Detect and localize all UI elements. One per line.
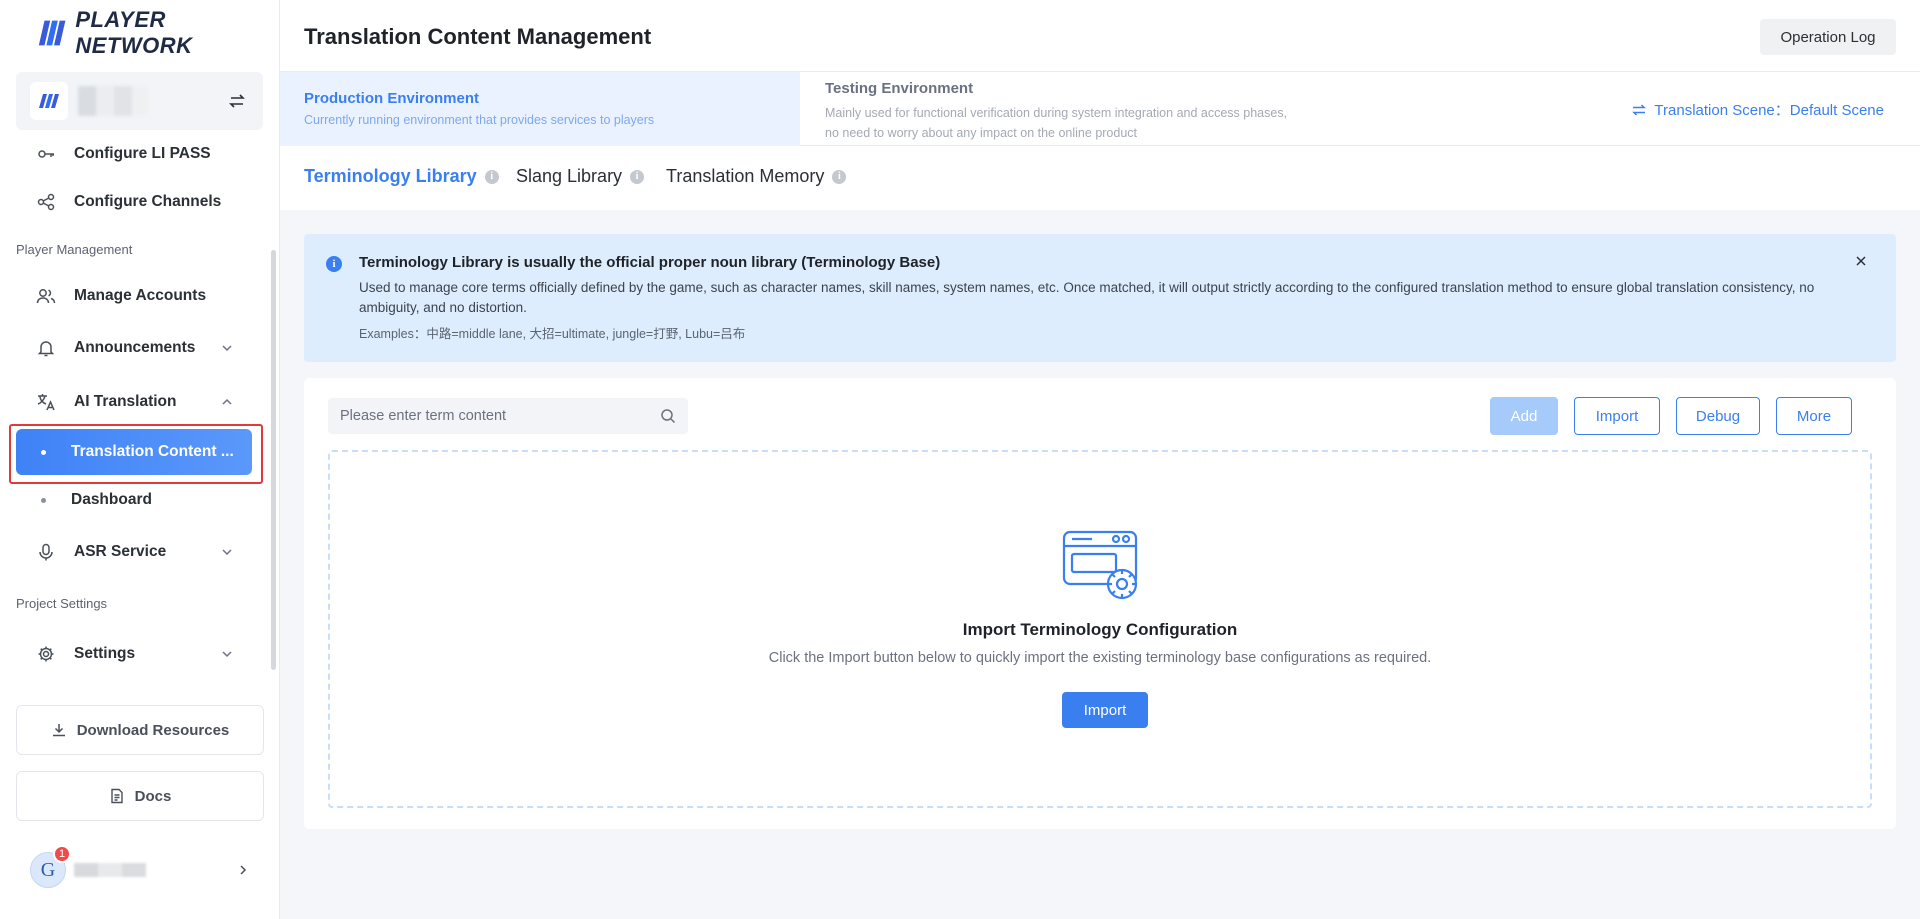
- sidebar-item-configure-channels[interactable]: Configure Channels: [16, 180, 256, 224]
- brand-logo[interactable]: PLAYER NETWORK: [35, 7, 279, 58]
- section-project-settings: Project Settings: [16, 596, 108, 611]
- testing-environment-tab[interactable]: Testing Environment Mainly used for func…: [825, 80, 1295, 143]
- tab-terminology-library[interactable]: Terminology Library i: [304, 166, 499, 187]
- import-terminology-button[interactable]: Import: [1062, 692, 1148, 728]
- sidebar: PLAYER NETWORK Configure LI PASS Configu…: [0, 0, 280, 919]
- operation-log-button[interactable]: Operation Log: [1760, 19, 1896, 55]
- sidebar-item-manage-accounts[interactable]: Manage Accounts: [16, 274, 256, 318]
- translate-icon: [36, 392, 56, 412]
- gear-icon: [36, 644, 56, 664]
- tab-slang-library[interactable]: Slang Library i: [516, 166, 645, 187]
- info-icon[interactable]: i: [630, 169, 645, 184]
- project-logo: [30, 82, 68, 120]
- download-icon: [52, 724, 65, 737]
- close-icon[interactable]: [1854, 254, 1868, 268]
- notification-badge: 1: [53, 845, 71, 863]
- sidebar-item-label: AI Translation: [74, 393, 177, 410]
- tab-label: Terminology Library: [304, 166, 477, 186]
- sidebar-item-dashboard[interactable]: Dashboard: [16, 477, 252, 523]
- notice-title: Terminology Library is usually the offic…: [359, 254, 941, 271]
- term-search[interactable]: [328, 398, 688, 434]
- sidebar-item-translation-content[interactable]: Translation Content ...: [16, 429, 252, 475]
- sidebar-item-label: Announcements: [74, 339, 196, 356]
- docs-label: Docs: [134, 787, 172, 805]
- switch-icon: [1632, 103, 1647, 116]
- download-resources-label: Download Resources: [76, 721, 230, 739]
- page-title: Translation Content Management: [304, 24, 652, 49]
- notice-description: Used to manage core terms officially def…: [359, 280, 1815, 315]
- microphone-icon: [36, 542, 56, 562]
- sidebar-item-label: Settings: [74, 645, 136, 662]
- terminology-notice: i Terminology Library is usually the off…: [304, 234, 1896, 362]
- sidebar-item-label: Configure LI PASS: [74, 145, 211, 162]
- sidebar-item-announcements[interactable]: Announcements: [16, 326, 256, 370]
- switch-project-icon[interactable]: [227, 91, 247, 111]
- production-desc: Currently running environment that provi…: [304, 113, 655, 127]
- chevron-up-icon: [222, 398, 232, 405]
- chevron-down-icon: [222, 549, 232, 556]
- download-resources-button[interactable]: Download Resources: [16, 705, 264, 755]
- empty-state-description: Click the Import button below to quickly…: [768, 650, 1432, 666]
- add-button[interactable]: Add: [1490, 397, 1558, 435]
- tab-label: Translation Memory: [666, 166, 825, 186]
- import-drop-area: Import Terminology Configuration Click t…: [328, 450, 1872, 808]
- project-switcher[interactable]: [16, 72, 263, 130]
- import-button[interactable]: Import: [1574, 397, 1660, 435]
- bullet-dot: [41, 450, 46, 455]
- terminology-panel: Add Import Debug More Import Terminology…: [304, 378, 1896, 829]
- page-header: Translation Content Management Operation…: [280, 0, 1920, 72]
- project-name-redacted: [78, 86, 148, 116]
- key-icon: [36, 144, 56, 164]
- environment-bar: Production Environment Currently running…: [280, 72, 1920, 146]
- info-icon[interactable]: i: [484, 169, 499, 184]
- chevron-down-icon: [222, 345, 232, 352]
- testing-title: Testing Environment: [825, 80, 974, 97]
- bell-icon: [36, 338, 56, 358]
- section-player-management: Player Management: [16, 242, 133, 257]
- user-name-redacted: [74, 863, 146, 877]
- sidebar-item-settings[interactable]: Settings: [16, 632, 256, 676]
- translation-scene-label: Translation Scene：Default Scene: [1654, 102, 1884, 119]
- sidebar-item-configure-li-pass[interactable]: Configure LI PASS: [16, 132, 256, 176]
- avatar-initial: G: [40, 858, 56, 881]
- sidebar-item-ai-translation[interactable]: AI Translation: [16, 380, 256, 424]
- chevron-down-icon: [222, 651, 232, 658]
- player-network-logo-icon: [38, 20, 66, 46]
- debug-button[interactable]: Debug: [1676, 397, 1760, 435]
- sidebar-item-label: Configure Channels: [74, 193, 222, 210]
- more-button[interactable]: More: [1776, 397, 1852, 435]
- avatar[interactable]: G 1: [30, 845, 71, 888]
- search-icon[interactable]: [660, 408, 676, 424]
- production-environment-tab[interactable]: Production Environment Currently running…: [280, 72, 800, 146]
- user-profile[interactable]: G 1: [30, 845, 250, 888]
- production-title: Production Environment: [304, 90, 480, 107]
- sidebar-item-label: Dashboard: [71, 491, 152, 508]
- chevron-right-icon[interactable]: [236, 863, 250, 877]
- sidebar-item-label: Translation Content ...: [71, 443, 234, 460]
- channels-icon: [36, 192, 56, 212]
- docs-button[interactable]: Docs: [16, 771, 264, 821]
- tab-label: Slang Library: [516, 166, 623, 186]
- import-config-illustration-icon: [1062, 530, 1138, 600]
- brand-name: PLAYER NETWORK: [75, 7, 193, 58]
- users-icon: [36, 286, 56, 306]
- sidebar-scrollbar[interactable]: [271, 250, 276, 670]
- library-tabs: Terminology Library i Slang Library i Tr…: [280, 146, 1920, 210]
- document-icon: [110, 788, 123, 804]
- notice-examples: Examples：中路=middle lane, 大招=ultimate, ju…: [359, 327, 746, 341]
- translation-scene-selector[interactable]: Translation Scene：Default Scene: [1632, 99, 1884, 120]
- empty-state-title: Import Terminology Configuration: [962, 620, 1238, 639]
- search-input[interactable]: [340, 408, 660, 424]
- sidebar-item-label: Manage Accounts: [74, 287, 207, 304]
- testing-desc: Mainly used for functional verification …: [825, 106, 1288, 140]
- info-icon[interactable]: i: [832, 169, 847, 184]
- bullet-dot: [41, 498, 46, 503]
- sidebar-item-label: ASR Service: [74, 543, 167, 560]
- sidebar-item-asr-service[interactable]: ASR Service: [16, 530, 256, 574]
- tab-translation-memory[interactable]: Translation Memory i: [666, 166, 847, 187]
- project-logo-icon: [39, 94, 59, 108]
- info-icon: i: [326, 256, 342, 272]
- main-content: Translation Content Management Operation…: [280, 0, 1920, 919]
